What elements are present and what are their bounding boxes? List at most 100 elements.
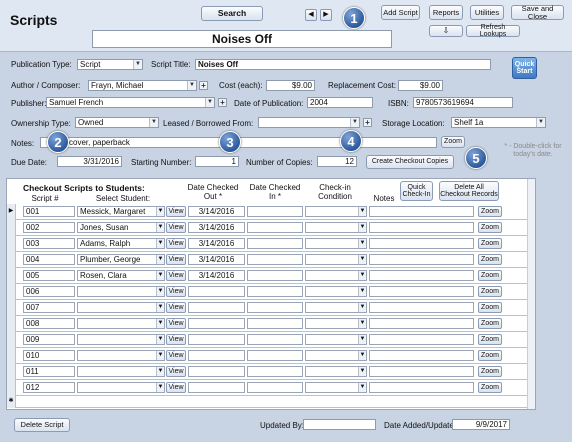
new-record-row[interactable]: ✱ [7, 396, 535, 408]
row-selector[interactable] [7, 364, 16, 380]
leased-dropdown[interactable]: ▼ [258, 117, 360, 128]
student-dropdown[interactable]: Messick, Margaret ▼ [77, 206, 165, 217]
row-notes-cell[interactable] [369, 334, 474, 345]
condition-dropdown[interactable]: ▼ [305, 286, 367, 297]
script-number-cell[interactable]: 006 [23, 286, 75, 297]
condition-dropdown[interactable]: ▼ [305, 382, 367, 393]
row-selector[interactable]: ▶ [7, 204, 16, 220]
publisher-dropdown[interactable]: Samuel French ▼ [46, 97, 215, 108]
condition-dropdown[interactable]: ▼ [305, 270, 367, 281]
isbn-input[interactable]: 9780573619694 [413, 97, 513, 108]
row-zoom-button[interactable]: Zoom [478, 286, 502, 297]
starting-number-input[interactable]: 1 [195, 156, 239, 167]
date-in-cell[interactable] [247, 318, 303, 329]
filter-button[interactable]: ⇩ [429, 25, 463, 37]
script-number-cell[interactable]: 001 [23, 206, 75, 217]
script-number-cell[interactable]: 002 [23, 222, 75, 233]
condition-dropdown[interactable]: ▼ [305, 206, 367, 217]
author-dropdown[interactable]: Frayn, Michael ▼ [88, 80, 197, 91]
date-out-cell[interactable]: 3/14/2016 [188, 254, 245, 265]
view-student-button[interactable]: View [166, 334, 186, 345]
script-number-cell[interactable]: 009 [23, 334, 75, 345]
view-student-button[interactable]: View [166, 222, 186, 233]
script-number-cell[interactable]: 007 [23, 302, 75, 313]
row-notes-cell[interactable] [369, 350, 474, 361]
row-selector[interactable] [7, 284, 16, 300]
student-dropdown[interactable]: ▼ [77, 302, 165, 313]
new-record-selector[interactable]: ✱ [7, 396, 16, 408]
script-number-cell[interactable]: 004 [23, 254, 75, 265]
row-selector[interactable] [7, 252, 16, 268]
date-in-cell[interactable] [247, 366, 303, 377]
date-added-input[interactable]: 9/9/2017 [452, 419, 510, 430]
delete-all-records-button[interactable]: Delete All Checkout Records [439, 181, 499, 201]
student-dropdown[interactable]: Rosen, Clara ▼ [77, 270, 165, 281]
create-checkout-copies-button[interactable]: Create Checkout Copies [366, 155, 454, 169]
add-author-button[interactable]: + [199, 81, 208, 90]
cost-input[interactable]: $9.00 [266, 80, 315, 91]
script-number-cell[interactable]: 003 [23, 238, 75, 249]
student-dropdown[interactable]: Jones, Susan ▼ [77, 222, 165, 233]
view-student-button[interactable]: View [166, 238, 186, 249]
row-notes-cell[interactable] [369, 286, 474, 297]
date-out-cell[interactable] [188, 286, 245, 297]
view-student-button[interactable]: View [166, 286, 186, 297]
date-out-cell[interactable]: 3/14/2016 [188, 222, 245, 233]
condition-dropdown[interactable]: ▼ [305, 350, 367, 361]
replacement-cost-input[interactable]: $9.00 [398, 80, 443, 91]
utilities-button[interactable]: Utilities [470, 5, 504, 20]
student-dropdown[interactable]: Plumber, George ▼ [77, 254, 165, 265]
view-student-button[interactable]: View [166, 350, 186, 361]
row-zoom-button[interactable]: Zoom [478, 366, 502, 377]
quick-start-button[interactable]: Quick Start [512, 57, 537, 79]
student-dropdown[interactable]: ▼ [77, 286, 165, 297]
student-dropdown[interactable]: ▼ [77, 318, 165, 329]
date-in-cell[interactable] [247, 286, 303, 297]
quick-checkin-button[interactable]: Quick Check-In [400, 181, 433, 201]
condition-dropdown[interactable]: ▼ [305, 366, 367, 377]
date-out-cell[interactable] [188, 350, 245, 361]
row-zoom-button[interactable]: Zoom [478, 222, 502, 233]
row-notes-cell[interactable] [369, 254, 474, 265]
date-in-cell[interactable] [247, 270, 303, 281]
script-number-cell[interactable]: 005 [23, 270, 75, 281]
condition-dropdown[interactable]: ▼ [305, 318, 367, 329]
row-selector[interactable] [7, 236, 16, 252]
view-student-button[interactable]: View [166, 254, 186, 265]
date-out-cell[interactable] [188, 318, 245, 329]
notes-zoom-button[interactable]: Zoom [441, 136, 465, 148]
script-number-cell[interactable]: 008 [23, 318, 75, 329]
row-notes-cell[interactable] [369, 238, 474, 249]
row-zoom-button[interactable]: Zoom [478, 238, 502, 249]
view-student-button[interactable]: View [166, 366, 186, 377]
condition-dropdown[interactable]: ▼ [305, 238, 367, 249]
date-in-cell[interactable] [247, 382, 303, 393]
row-notes-cell[interactable] [369, 302, 474, 313]
script-number-cell[interactable]: 011 [23, 366, 75, 377]
reports-button[interactable]: Reports [429, 5, 463, 20]
row-notes-cell[interactable] [369, 270, 474, 281]
due-date-input[interactable]: 3/31/2016 [57, 156, 122, 167]
storage-dropdown[interactable]: Shelf 1a ▼ [451, 117, 546, 128]
date-in-cell[interactable] [247, 334, 303, 345]
add-lender-button[interactable]: + [363, 118, 372, 127]
row-zoom-button[interactable]: Zoom [478, 270, 502, 281]
publication-type-dropdown[interactable]: Script ▼ [77, 59, 143, 70]
vertical-scrollbar[interactable] [527, 179, 535, 409]
row-selector[interactable] [7, 220, 16, 236]
delete-script-button[interactable]: Delete Script [14, 418, 70, 432]
condition-dropdown[interactable]: ▼ [305, 334, 367, 345]
date-out-cell[interactable] [188, 334, 245, 345]
row-selector[interactable] [7, 316, 16, 332]
date-out-cell[interactable]: 3/14/2016 [188, 238, 245, 249]
next-record-button[interactable]: ▶ [320, 9, 332, 21]
view-student-button[interactable]: View [166, 206, 186, 217]
row-notes-cell[interactable] [369, 206, 474, 217]
view-student-button[interactable]: View [166, 318, 186, 329]
condition-dropdown[interactable]: ▼ [305, 222, 367, 233]
pub-date-input[interactable]: 2004 [307, 97, 373, 108]
row-zoom-button[interactable]: Zoom [478, 318, 502, 329]
row-notes-cell[interactable] [369, 222, 474, 233]
student-dropdown[interactable]: ▼ [77, 350, 165, 361]
student-dropdown[interactable]: ▼ [77, 382, 165, 393]
